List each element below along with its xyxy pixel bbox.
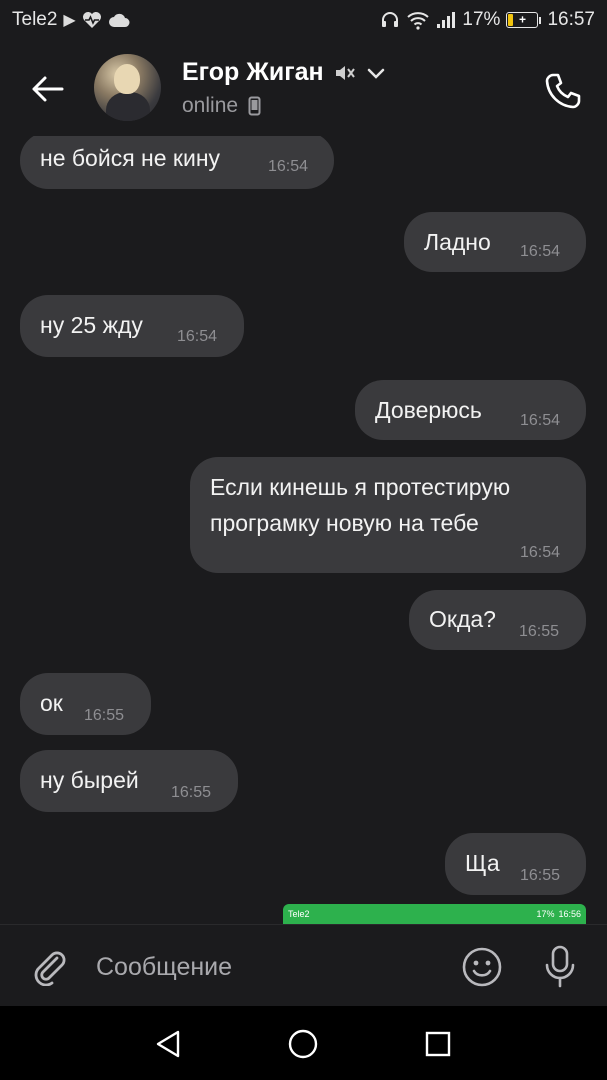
speaker-muted-icon (335, 65, 355, 80)
wifi-icon (407, 12, 430, 30)
message-composer (0, 924, 607, 1006)
call-button[interactable] (538, 66, 588, 116)
system-navigation-bar (0, 1006, 607, 1080)
message-list[interactable]: не бойся не кину 16:54 Ладно 16:54 ну 25… (0, 136, 607, 924)
message-text: не бойся не кину (40, 145, 221, 171)
message-text: Ладно (424, 229, 491, 255)
arrow-left-icon (32, 76, 64, 102)
back-button[interactable] (22, 64, 72, 114)
message-outgoing[interactable]: Ща 16:55 (445, 833, 586, 895)
message-time: 16:55 (519, 623, 560, 640)
battery-percent: 17% (462, 9, 501, 30)
smiley-icon (462, 947, 502, 987)
message-text: Доверюсь (375, 397, 482, 423)
preview-time: 16:56 (558, 909, 581, 919)
square-recents-icon (425, 1031, 451, 1057)
battery-icon: + (506, 12, 539, 28)
message-time: 16:54 (520, 412, 561, 429)
chat-header: Егор Жиган online (0, 40, 607, 136)
paperclip-icon (34, 951, 66, 986)
message-input[interactable] (96, 945, 436, 989)
voice-message-button[interactable] (536, 941, 584, 993)
clock: 16:57 (547, 9, 595, 30)
carrier-label: Tele2 (12, 9, 58, 30)
message-time: 16:54 (268, 158, 309, 175)
phone-device-icon (248, 96, 261, 116)
nav-back-button[interactable] (148, 1024, 188, 1064)
message-incoming[interactable]: ок 16:55 (20, 673, 151, 735)
message-incoming[interactable]: не бойся не кину 16:54 (20, 136, 334, 189)
attach-button[interactable] (24, 941, 74, 991)
message-time: 16:54 (520, 544, 561, 561)
phone-icon (545, 73, 581, 109)
message-outgoing[interactable]: Ладно 16:54 (404, 212, 586, 272)
status-label: online (182, 94, 239, 117)
message-time: 16:55 (171, 784, 212, 801)
message-text: Ща (465, 850, 500, 876)
contact-status: online (182, 94, 261, 118)
circle-home-icon (288, 1029, 318, 1059)
microphone-icon (545, 945, 575, 988)
contact-name[interactable]: Егор Жиган (182, 58, 386, 87)
message-text: ну бырей (40, 767, 139, 793)
status-bar: Tele2 ▶ 17% + 16:57 (0, 0, 607, 40)
contact-name-label: Егор Жиган (182, 58, 324, 86)
triangle-back-icon (156, 1030, 180, 1058)
message-outgoing[interactable]: Если кинешь я протестирую програмку нову… (190, 457, 586, 573)
message-time: 16:54 (520, 243, 561, 260)
chevron-down-icon[interactable] (366, 66, 386, 80)
message-text: Окда? (429, 606, 496, 632)
message-incoming[interactable]: ну 25 жду 16:54 (20, 295, 244, 357)
message-incoming[interactable]: ну бырей 16:55 (20, 750, 238, 812)
signal-icon (437, 12, 456, 28)
play-icon: ▶ (63, 12, 76, 29)
message-outgoing[interactable]: Доверюсь 16:54 (355, 380, 586, 440)
message-time: 16:54 (177, 328, 218, 345)
message-time: 16:55 (84, 707, 125, 724)
preview-battery: 17% (536, 909, 555, 919)
image-message-preview[interactable]: Tele2 17% 16:56 (283, 904, 586, 924)
preview-carrier: Tele2 (288, 909, 310, 919)
message-time: 16:55 (520, 867, 561, 884)
message-outgoing[interactable]: Окда? 16:55 (409, 590, 586, 650)
headset-icon (382, 12, 399, 27)
heart-pulse-icon (82, 12, 101, 28)
avatar[interactable] (94, 54, 161, 121)
emoji-button[interactable] (458, 943, 506, 991)
nav-home-button[interactable] (283, 1024, 323, 1064)
cloud-icon (108, 13, 130, 27)
message-text: Если кинешь я протестирую програмку нову… (210, 474, 511, 536)
message-text: ок (40, 690, 63, 716)
message-text: ну 25 жду (40, 312, 143, 338)
nav-recents-button[interactable] (418, 1024, 458, 1064)
